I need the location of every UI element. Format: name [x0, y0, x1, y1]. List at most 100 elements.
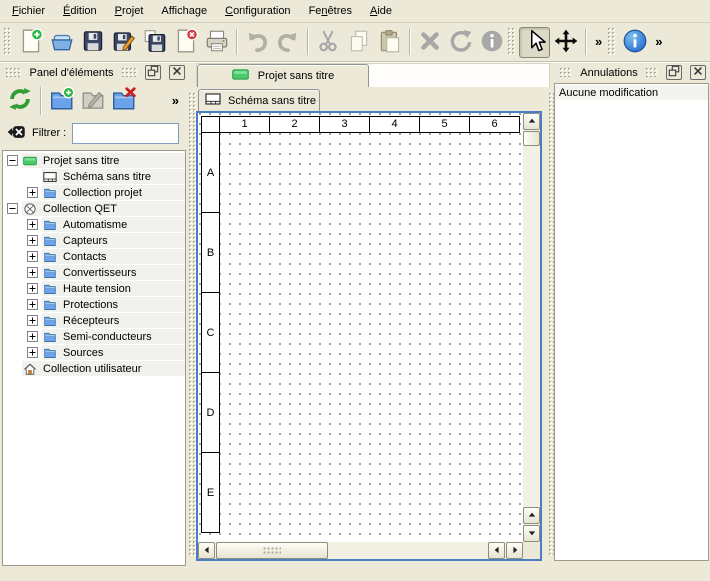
horizontal-scroll-thumb[interactable]: [216, 542, 328, 559]
tab-schema-sans-titre[interactable]: Schéma sans titre: [198, 89, 320, 111]
expander-plus-icon[interactable]: [27, 299, 38, 310]
copy-button[interactable]: [343, 27, 374, 58]
about-qet-button[interactable]: [619, 27, 650, 58]
scroll-up-button-2[interactable]: [523, 507, 540, 524]
delete-category-button[interactable]: [108, 85, 139, 116]
schema-tab-bar: Schéma sans titre: [196, 87, 550, 111]
toolbar-handle[interactable]: [508, 28, 516, 56]
floppy-all-icon: [142, 28, 168, 57]
new-project-button[interactable]: [15, 27, 46, 58]
menu-edition[interactable]: Édition: [54, 0, 106, 22]
expander-plus-icon[interactable]: [27, 187, 38, 198]
menu-configuration[interactable]: Configuration: [216, 0, 299, 22]
vertical-scroll-thumb[interactable]: [523, 131, 540, 146]
toolbar-handle[interactable]: [4, 28, 12, 56]
expander-minus-icon[interactable]: [7, 203, 18, 214]
close-panel-button[interactable]: [169, 65, 185, 80]
float-panel-button[interactable]: [145, 65, 161, 80]
expander-plus-icon[interactable]: [27, 283, 38, 294]
expander-plus-icon[interactable]: [27, 219, 38, 230]
delete-button[interactable]: [414, 27, 445, 58]
tree-item-label: Haute tension: [63, 283, 131, 295]
toolbar-overflow-button[interactable]: »: [590, 28, 607, 56]
tree-item-haute-tension[interactable]: Haute tension: [3, 281, 185, 296]
object-info-button[interactable]: [476, 27, 507, 58]
reload-collections-button[interactable]: [4, 85, 35, 116]
tree-item-projet-sans-titre[interactable]: Projet sans titre: [3, 153, 185, 168]
float-undo-button[interactable]: [666, 65, 682, 80]
rotate-button[interactable]: [445, 27, 476, 58]
tree-item-collection-projet[interactable]: Collection projet: [3, 185, 185, 200]
toolbar-separator: [307, 29, 308, 55]
copy-icon: [346, 28, 372, 57]
arrow-left-icon: [203, 545, 211, 557]
expander-plus-icon[interactable]: [27, 315, 38, 326]
redo-button[interactable]: [272, 27, 303, 58]
save-all-button[interactable]: [139, 27, 170, 58]
tree-item-automatisme[interactable]: Automatisme: [3, 217, 185, 232]
page-plus-icon: [18, 28, 44, 57]
tree-item-semi-conducteurs[interactable]: Semi-conducteurs: [3, 329, 185, 344]
vertical-scrollbar: [523, 113, 540, 542]
expander-minus-icon[interactable]: [7, 155, 18, 166]
tree-item-label: Collection QET: [43, 203, 117, 215]
menu-aide[interactable]: Aide: [361, 0, 401, 22]
new-category-button[interactable]: [46, 85, 77, 116]
print-button[interactable]: [201, 27, 232, 58]
expander-plus-icon[interactable]: [27, 347, 38, 358]
menu-projet[interactable]: Projet: [106, 0, 153, 22]
close-project-button[interactable]: [170, 27, 201, 58]
save-button[interactable]: [77, 27, 108, 58]
toolbar-overflow-button[interactable]: »: [650, 28, 667, 56]
tree-item-collection-qet[interactable]: Collection QET: [3, 201, 185, 216]
tab-projet-sans-titre[interactable]: Projet sans titre: [197, 64, 369, 87]
expander-plus-icon[interactable]: [27, 267, 38, 278]
vertical-scroll-track[interactable]: [523, 147, 540, 506]
diagram-canvas[interactable]: 123456 ABCDE: [198, 113, 523, 542]
tree-item-sources[interactable]: Sources: [3, 345, 185, 360]
elements-panel-titlebar: Panel d'éléments: [0, 63, 189, 82]
toolbar-overflow-button[interactable]: »: [172, 93, 185, 108]
arrow-up-icon: [528, 510, 536, 522]
undo-button[interactable]: [241, 27, 272, 58]
close-undo-button[interactable]: [690, 65, 706, 80]
elements-panel-toolbar: »: [0, 82, 189, 119]
paste-icon: [377, 28, 403, 57]
scroll-left-button[interactable]: [198, 542, 215, 559]
clear-filter-button[interactable]: [6, 122, 26, 145]
tree-item-convertisseurs[interactable]: Convertisseurs: [3, 265, 185, 280]
expander-plus-icon[interactable]: [27, 251, 38, 262]
toolbar-handle[interactable]: [608, 28, 616, 56]
tree-item-protections[interactable]: Protections: [3, 297, 185, 312]
dock-grip[interactable]: [646, 68, 658, 77]
tree-item-recepteurs[interactable]: Récepteurs: [3, 313, 185, 328]
tree-item-collection-utilisateur[interactable]: Collection utilisateur: [3, 361, 185, 376]
cut-button[interactable]: [312, 27, 343, 58]
horizontal-scroll-track[interactable]: [329, 542, 487, 559]
menu-fichier[interactable]: Fichier: [3, 0, 54, 22]
dock-grip[interactable]: [122, 68, 137, 77]
scroll-up-button[interactable]: [523, 113, 540, 130]
filter-input[interactable]: [72, 123, 179, 144]
scroll-right-button[interactable]: [506, 542, 523, 559]
dock-grip[interactable]: [560, 68, 572, 77]
save-as-button[interactable]: [108, 27, 139, 58]
scroll-down-button[interactable]: [523, 525, 540, 542]
menu-affichage[interactable]: Affichage: [152, 0, 216, 22]
undo-item-aucune-modification[interactable]: Aucune modification: [555, 85, 708, 100]
paste-button[interactable]: [374, 27, 405, 58]
select-mode-button[interactable]: [519, 27, 550, 58]
expander-plus-icon[interactable]: [27, 331, 38, 342]
tree-item-schema-sans-titre[interactable]: Schéma sans titre: [3, 169, 185, 184]
menu-fenetres[interactable]: Fenêtres: [300, 0, 361, 22]
tree-item-contacts[interactable]: Contacts: [3, 249, 185, 264]
left-splitter[interactable]: [189, 93, 196, 556]
expander-plus-icon[interactable]: [27, 235, 38, 246]
dock-grip[interactable]: [6, 68, 21, 77]
tree-item-capteurs[interactable]: Capteurs: [3, 233, 185, 248]
edit-category-button[interactable]: [77, 85, 108, 116]
row-header-B: B: [201, 212, 220, 293]
open-project-button[interactable]: [46, 27, 77, 58]
pan-mode-button[interactable]: [550, 27, 581, 58]
scroll-left-button-2[interactable]: [488, 542, 505, 559]
